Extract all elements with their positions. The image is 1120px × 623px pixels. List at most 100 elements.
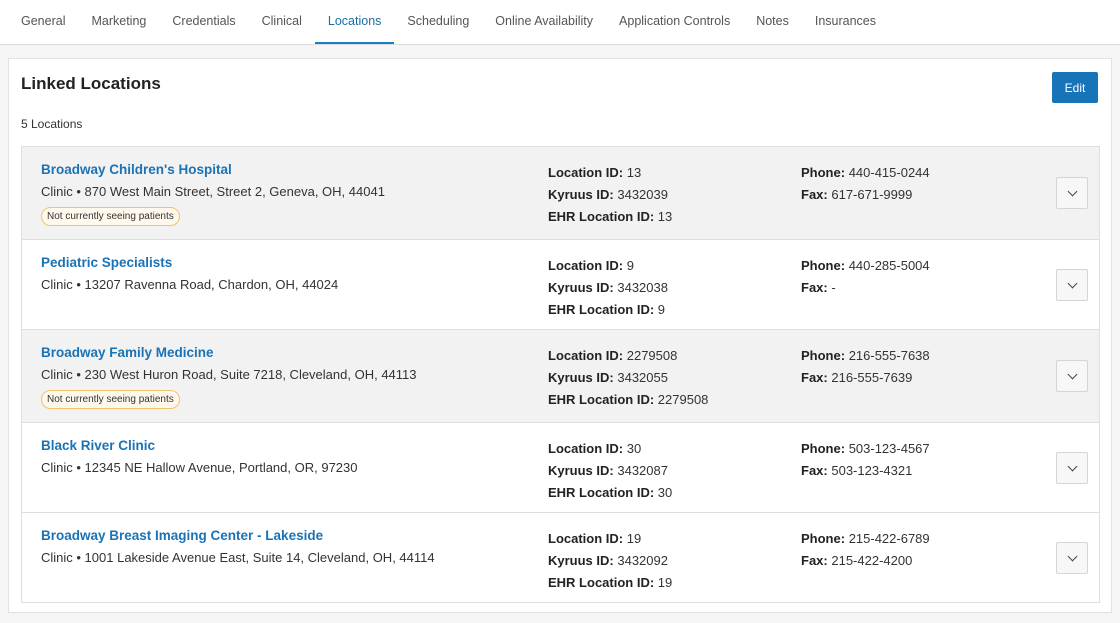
location-address: Clinic • 230 West Huron Road, Suite 7218… bbox=[41, 367, 417, 382]
expand-button[interactable] bbox=[1056, 360, 1088, 392]
fax-label: Fax: bbox=[801, 280, 828, 295]
ehr-location-id-label: EHR Location ID: bbox=[548, 302, 655, 317]
location-name-link[interactable]: Broadway Breast Imaging Center - Lakesid… bbox=[41, 528, 323, 543]
location-contact: Phone: 440-415-0244 Fax: 617-671-9999 bbox=[801, 162, 930, 206]
ehr-location-id-value: 9 bbox=[657, 302, 666, 317]
location-id-label: Location ID: bbox=[548, 258, 624, 273]
location-id-value: 9 bbox=[626, 258, 634, 273]
tab-locations[interactable]: Locations bbox=[314, 0, 395, 44]
location-id-label: Location ID: bbox=[548, 531, 624, 546]
location-contact: Phone: 215-422-6789 Fax: 215-422-4200 bbox=[801, 528, 930, 572]
tab-application-controls[interactable]: Application Controls bbox=[606, 0, 743, 44]
location-id-value: 30 bbox=[626, 441, 642, 456]
tab-clinical[interactable]: Clinical bbox=[249, 0, 315, 44]
list-item: Broadway Children's Hospital Clinic • 87… bbox=[22, 147, 1099, 240]
location-ids: Location ID: 13 Kyruus ID: 3432039 EHR L… bbox=[548, 162, 672, 228]
expand-button[interactable] bbox=[1056, 177, 1088, 209]
page-title: Linked Locations bbox=[21, 74, 161, 93]
expand-button[interactable] bbox=[1056, 269, 1088, 301]
location-ids: Location ID: 19 Kyruus ID: 3432092 EHR L… bbox=[548, 528, 672, 594]
location-address: Clinic • 13207 Ravenna Road, Chardon, OH… bbox=[41, 277, 339, 292]
tab-notes[interactable]: Notes bbox=[743, 0, 802, 44]
location-name-link[interactable]: Pediatric Specialists bbox=[41, 255, 172, 270]
fax-label: Fax: bbox=[801, 370, 828, 385]
fax-value: 216-555-7639 bbox=[831, 370, 913, 385]
phone-label: Phone: bbox=[801, 348, 846, 363]
location-contact: Phone: 216-555-7638 Fax: 216-555-7639 bbox=[801, 345, 930, 389]
location-list: Broadway Children's Hospital Clinic • 87… bbox=[21, 146, 1100, 603]
tab-online-availability[interactable]: Online Availability bbox=[482, 0, 606, 44]
chevron-down-icon bbox=[1067, 186, 1077, 196]
fax-label: Fax: bbox=[801, 463, 828, 478]
kyruus-id-label: Kyruus ID: bbox=[548, 370, 614, 385]
chevron-down-icon bbox=[1067, 278, 1077, 288]
tab-insurances[interactable]: Insurances bbox=[802, 0, 889, 44]
location-name-link[interactable]: Broadway Children's Hospital bbox=[41, 162, 232, 177]
location-ids: Location ID: 9 Kyruus ID: 3432038 EHR Lo… bbox=[548, 255, 668, 321]
location-address: Clinic • 870 West Main Street, Street 2,… bbox=[41, 184, 385, 199]
location-count: 5 Locations bbox=[21, 117, 83, 131]
fax-value: 215-422-4200 bbox=[831, 553, 913, 568]
tab-scheduling[interactable]: Scheduling bbox=[394, 0, 482, 44]
location-id-value: 13 bbox=[626, 165, 642, 180]
location-id-label: Location ID: bbox=[548, 441, 624, 456]
location-address: Clinic • 12345 NE Hallow Avenue, Portlan… bbox=[41, 460, 358, 475]
ehr-location-id-value: 2279508 bbox=[657, 392, 709, 407]
phone-value: 216-555-7638 bbox=[848, 348, 930, 363]
fax-value: 503-123-4321 bbox=[831, 463, 913, 478]
list-item: Broadway Breast Imaging Center - Lakesid… bbox=[22, 513, 1099, 603]
list-item: Black River Clinic Clinic • 12345 NE Hal… bbox=[22, 423, 1099, 513]
phone-value: 440-415-0244 bbox=[848, 165, 930, 180]
kyruus-id-label: Kyruus ID: bbox=[548, 187, 614, 202]
tab-bar: General Marketing Credentials Clinical L… bbox=[0, 0, 1120, 45]
list-item: Broadway Family Medicine Clinic • 230 We… bbox=[22, 330, 1099, 423]
chevron-down-icon bbox=[1067, 461, 1077, 471]
kyruus-id-label: Kyruus ID: bbox=[548, 280, 614, 295]
linked-locations-panel: Linked Locations Edit 5 Locations Broadw… bbox=[8, 58, 1112, 613]
ehr-location-id-label: EHR Location ID: bbox=[548, 392, 655, 407]
phone-value: 503-123-4567 bbox=[848, 441, 930, 456]
kyruus-id-value: 3432038 bbox=[617, 280, 668, 295]
location-name-link[interactable]: Broadway Family Medicine bbox=[41, 345, 214, 360]
ehr-location-id-label: EHR Location ID: bbox=[548, 485, 655, 500]
edit-button[interactable]: Edit bbox=[1052, 72, 1098, 103]
kyruus-id-label: Kyruus ID: bbox=[548, 463, 614, 478]
location-contact: Phone: 440-285-5004 Fax: - bbox=[801, 255, 930, 299]
chevron-down-icon bbox=[1067, 551, 1077, 561]
kyruus-id-value: 3432055 bbox=[617, 370, 668, 385]
phone-value: 440-285-5004 bbox=[848, 258, 930, 273]
fax-value: 617-671-9999 bbox=[831, 187, 913, 202]
phone-label: Phone: bbox=[801, 258, 846, 273]
phone-label: Phone: bbox=[801, 165, 846, 180]
location-name-link[interactable]: Black River Clinic bbox=[41, 438, 155, 453]
location-id-value: 2279508 bbox=[626, 348, 678, 363]
list-item: Pediatric Specialists Clinic • 13207 Rav… bbox=[22, 240, 1099, 330]
ehr-location-id-value: 19 bbox=[657, 575, 673, 590]
location-address: Clinic • 1001 Lakeside Avenue East, Suit… bbox=[41, 550, 435, 565]
tab-marketing[interactable]: Marketing bbox=[78, 0, 159, 44]
location-ids: Location ID: 2279508 Kyruus ID: 3432055 … bbox=[548, 345, 708, 411]
location-contact: Phone: 503-123-4567 Fax: 503-123-4321 bbox=[801, 438, 930, 482]
location-id-label: Location ID: bbox=[548, 165, 624, 180]
tab-credentials[interactable]: Credentials bbox=[159, 0, 248, 44]
tab-general[interactable]: General bbox=[8, 0, 78, 44]
kyruus-id-value: 3432039 bbox=[617, 187, 668, 202]
location-ids: Location ID: 30 Kyruus ID: 3432087 EHR L… bbox=[548, 438, 672, 504]
phone-value: 215-422-6789 bbox=[848, 531, 930, 546]
fax-label: Fax: bbox=[801, 553, 828, 568]
status-badge: Not currently seeing patients bbox=[41, 390, 180, 409]
ehr-location-id-label: EHR Location ID: bbox=[548, 575, 655, 590]
kyruus-id-value: 3432087 bbox=[617, 463, 668, 478]
phone-label: Phone: bbox=[801, 441, 846, 456]
ehr-location-id-label: EHR Location ID: bbox=[548, 209, 655, 224]
location-id-label: Location ID: bbox=[548, 348, 624, 363]
chevron-down-icon bbox=[1067, 369, 1077, 379]
expand-button[interactable] bbox=[1056, 452, 1088, 484]
ehr-location-id-value: 30 bbox=[657, 485, 673, 500]
phone-label: Phone: bbox=[801, 531, 846, 546]
expand-button[interactable] bbox=[1056, 542, 1088, 574]
status-badge: Not currently seeing patients bbox=[41, 207, 180, 226]
location-id-value: 19 bbox=[626, 531, 642, 546]
fax-value: - bbox=[831, 280, 836, 295]
fax-label: Fax: bbox=[801, 187, 828, 202]
